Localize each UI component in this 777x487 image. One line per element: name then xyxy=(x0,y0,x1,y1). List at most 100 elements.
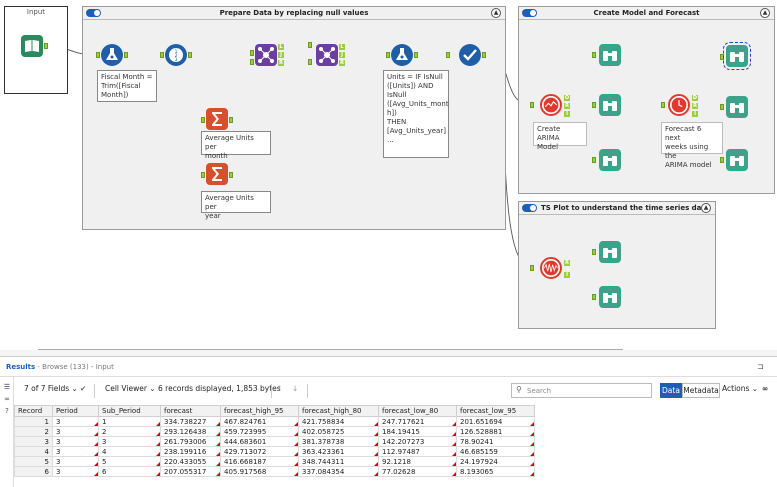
table-cell[interactable]: 112.97487 xyxy=(378,446,457,457)
table-cell[interactable]: 201.651694 xyxy=(456,416,535,427)
browse-tool-3[interactable] xyxy=(599,149,621,171)
table-cell[interactable]: 337.084354 xyxy=(298,466,379,477)
port-label-j[interactable]: J xyxy=(339,52,345,58)
input-port[interactable] xyxy=(96,52,100,58)
input-port[interactable] xyxy=(720,54,724,60)
input-port[interactable] xyxy=(386,52,390,58)
table-cell[interactable]: 416.668187 xyxy=(220,456,299,467)
output-port[interactable] xyxy=(124,52,128,58)
table-cell[interactable]: 3 xyxy=(14,436,53,447)
input-port[interactable] xyxy=(592,294,596,300)
port-label-i[interactable]: I xyxy=(564,272,570,278)
table-cell[interactable]: 3 xyxy=(98,436,161,447)
glasses-icon[interactable]: ∞ xyxy=(3,395,11,403)
checkmark-icon[interactable]: ✔ xyxy=(80,384,86,393)
port-label-r[interactable]: R xyxy=(278,60,284,66)
input-port[interactable] xyxy=(592,157,596,163)
arrow-down-icon[interactable]: ↓ xyxy=(292,384,298,393)
forecast-tool[interactable] xyxy=(668,94,690,116)
table-cell[interactable]: 402.058725 xyxy=(298,426,379,437)
collapse-icon[interactable]: ▲ xyxy=(760,8,770,18)
join-tool-1[interactable] xyxy=(255,44,277,66)
output-port[interactable] xyxy=(229,172,233,178)
table-cell[interactable]: 24.197924 xyxy=(456,456,535,467)
table-cell[interactable]: 3 xyxy=(52,466,99,477)
input-port[interactable] xyxy=(308,59,312,65)
table-cell[interactable]: 348.744311 xyxy=(298,456,379,467)
input-port[interactable] xyxy=(446,52,450,58)
help-icon[interactable]: ? xyxy=(3,407,11,415)
search-box[interactable]: ⚲ Search xyxy=(511,383,652,398)
column-header[interactable]: forecast_high_95 xyxy=(220,405,299,417)
browse-tool-5[interactable] xyxy=(726,96,748,118)
table-cell[interactable]: 6 xyxy=(98,466,161,477)
table-cell[interactable]: 6 xyxy=(14,466,53,477)
table-cell[interactable]: 46.685159 xyxy=(456,446,535,457)
pin-icon[interactable]: ⊐ xyxy=(757,362,765,371)
table-row[interactable]: 3 3 3 261.793006 444.683601 381.378738 1… xyxy=(14,436,535,447)
column-header[interactable]: Record xyxy=(14,405,53,417)
ts-plot-tool[interactable] xyxy=(540,257,562,279)
table-cell[interactable]: 78.90241 xyxy=(456,436,535,447)
workflow-canvas[interactable]: Input Prepare Data by replacing null val… xyxy=(0,0,777,350)
summarize-tool-month[interactable] xyxy=(206,108,228,130)
column-header[interactable]: Period xyxy=(52,405,99,417)
input-port[interactable] xyxy=(592,249,596,255)
table-cell[interactable]: 247.717621 xyxy=(378,416,457,427)
record-id-tool[interactable]: 123 xyxy=(165,44,187,66)
input-port[interactable] xyxy=(530,102,534,108)
collapse-icon[interactable]: ▲ xyxy=(701,203,711,213)
browse-tool-6[interactable] xyxy=(726,149,748,171)
output-port[interactable] xyxy=(414,52,418,58)
table-cell[interactable]: 1 xyxy=(14,416,53,427)
port-label-j[interactable]: J xyxy=(278,52,284,58)
port-label-i[interactable]: I xyxy=(692,111,698,117)
arrow-up-icon[interactable]: ↑ xyxy=(276,384,282,393)
table-cell[interactable]: 467.824761 xyxy=(220,416,299,427)
formula-tool-units[interactable] xyxy=(391,44,413,66)
table-cell[interactable]: 3 xyxy=(52,446,99,457)
output-port[interactable] xyxy=(44,43,48,49)
input-data-tool[interactable] xyxy=(21,35,43,57)
table-row[interactable]: 4 3 4 238.199116 429.713072 363.423361 1… xyxy=(14,446,535,457)
table-cell[interactable]: 293.126438 xyxy=(160,426,221,437)
column-header[interactable]: forecast xyxy=(160,405,221,417)
browse-tool-8[interactable] xyxy=(599,286,621,308)
list-icon[interactable]: ☰ xyxy=(3,383,11,391)
table-row[interactable]: 2 3 2 293.126438 459.723995 402.058725 1… xyxy=(14,426,535,437)
input-port[interactable] xyxy=(160,52,164,58)
table-row[interactable]: 6 3 6 207.055317 405.917568 337.084354 7… xyxy=(14,466,535,477)
formula-tool[interactable] xyxy=(101,44,123,66)
browse-tool-4-selected[interactable] xyxy=(723,42,751,70)
table-row[interactable]: 5 3 5 220.433055 416.668187 348.744311 9… xyxy=(14,456,535,467)
port-label-r[interactable]: R xyxy=(564,260,570,266)
column-header[interactable]: forecast_low_80 xyxy=(378,405,457,417)
table-cell[interactable]: 261.793006 xyxy=(160,436,221,447)
input-port[interactable] xyxy=(592,102,596,108)
table-cell[interactable]: 4 xyxy=(98,446,161,457)
table-cell[interactable]: 405.917568 xyxy=(220,466,299,477)
browse-tool-7[interactable] xyxy=(599,241,621,263)
port-label-r[interactable]: R xyxy=(692,103,698,109)
port-label-r[interactable]: R xyxy=(564,103,570,109)
table-cell[interactable]: 334.738227 xyxy=(160,416,221,427)
column-header[interactable]: forecast_high_80 xyxy=(298,405,379,417)
output-port[interactable] xyxy=(229,117,233,123)
table-cell[interactable]: 1 xyxy=(98,416,161,427)
summarize-tool-year[interactable] xyxy=(206,163,228,185)
output-port[interactable] xyxy=(482,52,486,58)
table-cell[interactable]: 220.433055 xyxy=(160,456,221,467)
table-cell[interactable]: 381.378738 xyxy=(298,436,379,447)
table-cell[interactable]: 444.683601 xyxy=(220,436,299,447)
input-port[interactable] xyxy=(201,172,205,178)
table-cell[interactable]: 3 xyxy=(52,456,99,467)
input-port[interactable] xyxy=(720,104,724,110)
table-cell[interactable]: 126.528881 xyxy=(456,426,535,437)
table-cell[interactable]: 2 xyxy=(98,426,161,437)
table-cell[interactable]: 459.723995 xyxy=(220,426,299,437)
input-port[interactable] xyxy=(720,157,724,163)
input-port[interactable] xyxy=(250,50,254,56)
table-row[interactable]: 1 3 1 334.738227 467.824761 421.758834 2… xyxy=(14,416,535,427)
column-header[interactable]: forecast_low_95 xyxy=(456,405,535,417)
table-cell[interactable]: 77.02628 xyxy=(378,466,457,477)
